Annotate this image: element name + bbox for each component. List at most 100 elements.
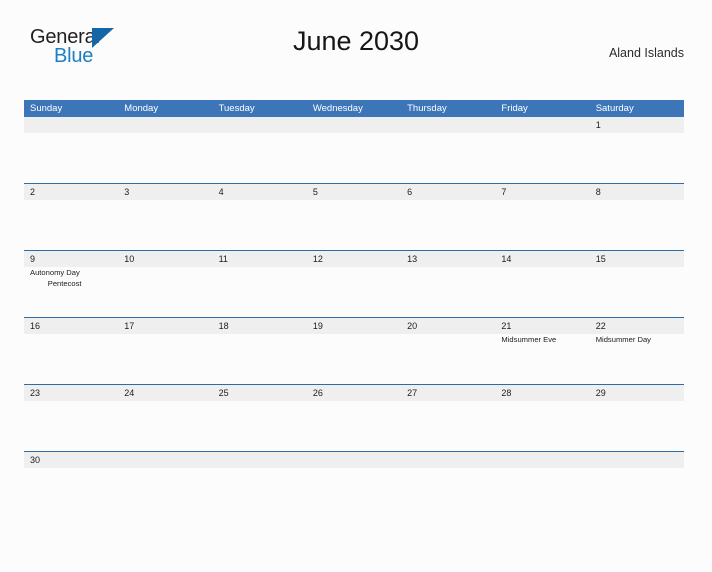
day-cell[interactable] [213, 267, 307, 317]
day-number[interactable]: 30 [24, 452, 118, 468]
day-cell[interactable] [401, 267, 495, 317]
day-cell[interactable] [118, 401, 212, 451]
day-cell [307, 133, 401, 183]
day-number[interactable]: 26 [307, 385, 401, 401]
week-date-numbers: 9 10 11 12 13 14 15 [24, 251, 684, 267]
day-cell[interactable] [495, 200, 589, 250]
day-number[interactable]: 11 [213, 251, 307, 267]
day-number[interactable]: 23 [24, 385, 118, 401]
day-number-empty [118, 452, 212, 468]
week-event-area [24, 468, 684, 482]
day-number-empty [213, 452, 307, 468]
day-cell[interactable] [307, 401, 401, 451]
day-cell[interactable] [307, 267, 401, 317]
day-cell[interactable] [24, 334, 118, 384]
day-number-empty [213, 117, 307, 133]
calendar-week-row: 1 [24, 117, 684, 183]
weekday-header-monday: Monday [124, 103, 159, 114]
day-cell[interactable] [118, 334, 212, 384]
calendar-week-row: 16 17 18 19 20 21 22 Midsummer Eve Midsummer Day [24, 317, 684, 384]
day-number-empty [307, 452, 401, 468]
day-event: Pentecost [47, 278, 82, 288]
weekday-header-friday: Friday [501, 103, 528, 114]
day-number[interactable]: 10 [118, 251, 212, 267]
week-event-area [24, 401, 684, 451]
week-event-area: Midsummer Eve Midsummer Day [24, 334, 684, 384]
day-event: Autonomy Day [30, 268, 80, 277]
weekday-header-tuesday: Tuesday [218, 103, 255, 114]
day-cell[interactable] [213, 401, 307, 451]
day-cell[interactable] [590, 401, 684, 451]
region-label: Aland Islands [608, 46, 684, 60]
day-cell [118, 468, 212, 482]
day-cell[interactable] [118, 267, 212, 317]
day-number[interactable]: 3 [118, 184, 212, 200]
day-cell [213, 133, 307, 183]
day-number[interactable]: 9 [24, 251, 118, 267]
day-number[interactable]: 7 [495, 184, 589, 200]
day-cell[interactable] [495, 401, 589, 451]
day-number-empty [24, 117, 118, 133]
day-number[interactable]: 29 [590, 385, 684, 401]
day-number[interactable]: 15 [590, 251, 684, 267]
day-cell[interactable] [401, 200, 495, 250]
day-cell[interactable] [213, 334, 307, 384]
week-event-area [24, 133, 684, 183]
day-number-empty [495, 117, 589, 133]
day-number[interactable]: 18 [213, 318, 307, 334]
day-number[interactable]: 2 [24, 184, 118, 200]
day-cell[interactable]: Autonomy Day Pentecost [24, 267, 118, 317]
day-cell[interactable] [213, 200, 307, 250]
day-cell[interactable] [118, 200, 212, 250]
day-cell[interactable] [307, 334, 401, 384]
day-cell[interactable] [24, 200, 118, 250]
day-cell[interactable] [590, 267, 684, 317]
day-number[interactable]: 22 [590, 318, 684, 334]
day-cell [213, 468, 307, 482]
day-cell[interactable] [307, 200, 401, 250]
day-number[interactable]: 12 [307, 251, 401, 267]
day-cell[interactable]: Midsummer Eve [495, 334, 589, 384]
week-event-area: Autonomy Day Pentecost [24, 267, 684, 317]
day-number[interactable]: 14 [495, 251, 589, 267]
day-number[interactable]: 17 [118, 318, 212, 334]
day-number[interactable]: 21 [495, 318, 589, 334]
calendar-weeks: 1 2 3 4 5 6 7 8 9 10 11 12 13 14 15 Autonomy Day Penteco… [24, 117, 684, 482]
weekday-header-sunday: Sunday [30, 103, 63, 114]
day-cell[interactable] [401, 334, 495, 384]
day-number[interactable]: 13 [401, 251, 495, 267]
day-number[interactable]: 25 [213, 385, 307, 401]
day-cell [590, 468, 684, 482]
day-number-empty [495, 452, 589, 468]
day-cell [401, 133, 495, 183]
day-cell[interactable]: Midsummer Day [590, 334, 684, 384]
day-cell[interactable] [495, 267, 589, 317]
weekday-header-row: Sunday Monday Tuesday Wednesday Thursday… [24, 100, 684, 117]
day-cell[interactable] [590, 200, 684, 250]
week-date-numbers: 2345678 [24, 184, 684, 200]
day-number-empty [307, 117, 401, 133]
day-number[interactable]: 1 [590, 117, 684, 133]
day-cell[interactable] [590, 133, 684, 183]
day-number[interactable]: 4 [213, 184, 307, 200]
day-cell[interactable] [24, 468, 118, 482]
weekday-header-thursday: Thursday [407, 103, 447, 114]
day-number[interactable]: 6 [401, 184, 495, 200]
day-number-empty [590, 452, 684, 468]
weekday-header-wednesday: Wednesday [312, 103, 363, 114]
day-number[interactable]: 8 [590, 184, 684, 200]
day-number[interactable]: 19 [307, 318, 401, 334]
day-cell[interactable] [401, 401, 495, 451]
calendar-grid: Sunday Monday Tuesday Wednesday Thursday… [24, 100, 684, 482]
day-cell[interactable] [24, 401, 118, 451]
day-number[interactable]: 27 [401, 385, 495, 401]
week-date-numbers: 23 24 25 26 27 28 29 [24, 385, 684, 401]
day-number[interactable]: 20 [401, 318, 495, 334]
day-number[interactable]: 28 [495, 385, 589, 401]
page-header: General Blue June 2030 Aland Islands [24, 22, 688, 74]
day-cell [401, 468, 495, 482]
day-number[interactable]: 16 [24, 318, 118, 334]
calendar-week-row: 23 24 25 26 27 28 29 [24, 384, 684, 451]
day-number[interactable]: 5 [307, 184, 401, 200]
day-number[interactable]: 24 [118, 385, 212, 401]
